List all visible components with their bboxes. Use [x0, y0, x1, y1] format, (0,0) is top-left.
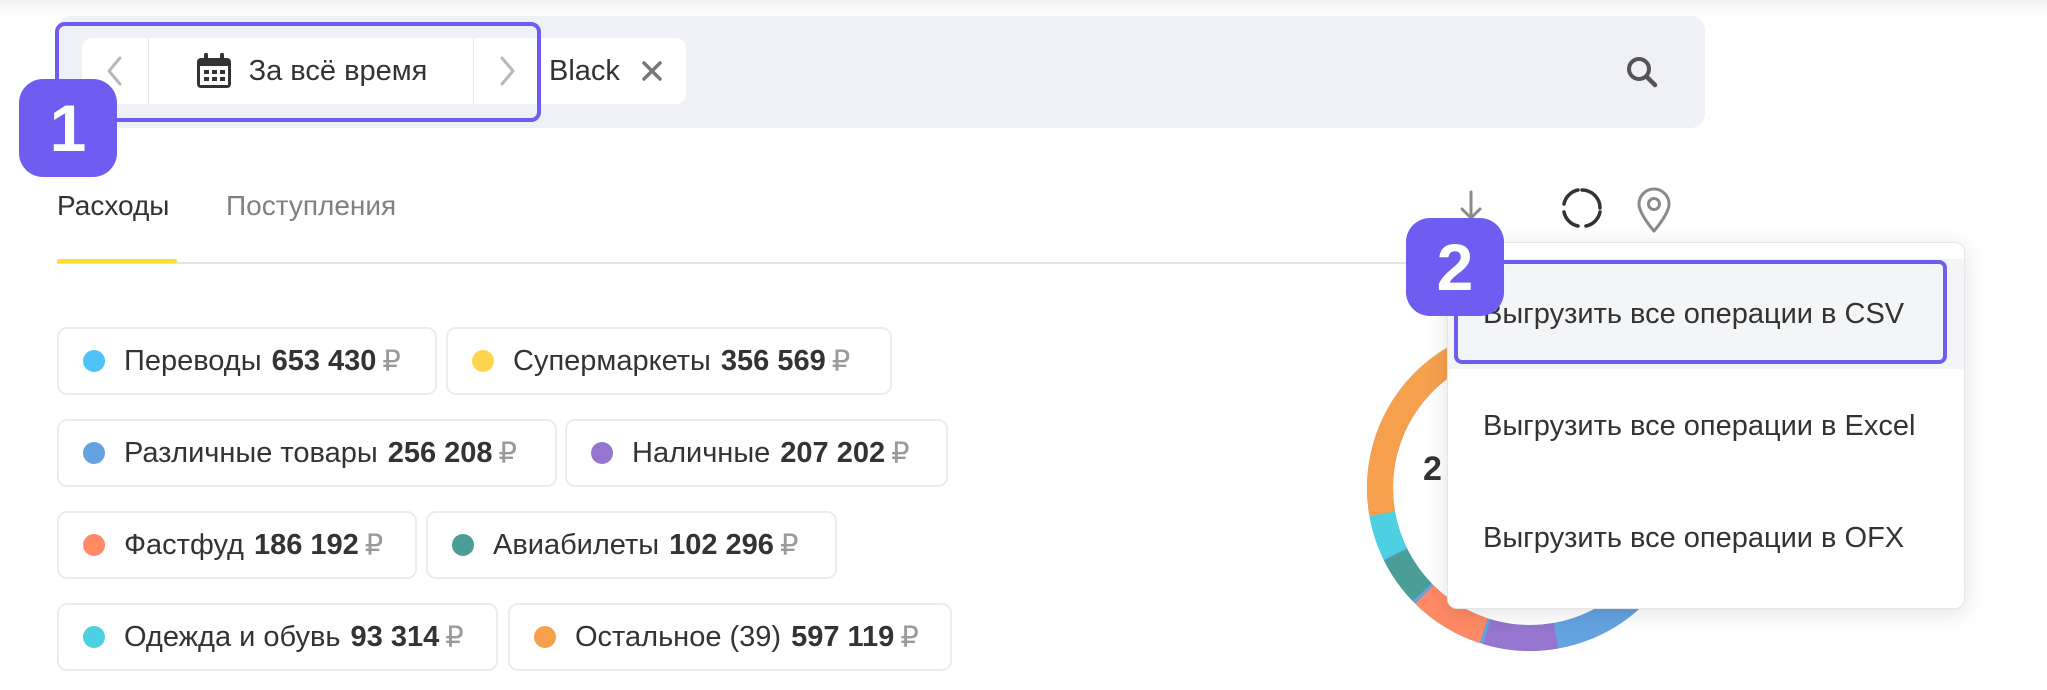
- category-dot: [83, 442, 105, 464]
- currency-sign: ₽: [779, 529, 799, 562]
- search-icon[interactable]: [1622, 52, 1662, 92]
- category-amount: 186 192: [253, 528, 359, 561]
- currency-sign: ₽: [831, 345, 851, 378]
- category-chip-air-tickets[interactable]: Авиабилеты 102 296 ₽: [426, 511, 837, 579]
- active-tab-indicator: [57, 259, 177, 263]
- card-filter-label: Black: [549, 54, 620, 87]
- category-amount: 93 314: [350, 620, 440, 653]
- callout-badge-1: 1: [19, 79, 117, 177]
- callout-highlight-date: [55, 22, 541, 122]
- category-dot: [472, 350, 494, 372]
- close-icon[interactable]: [637, 56, 667, 86]
- export-excel-item[interactable]: Выгрузить все операции в Excel: [1448, 371, 1964, 481]
- card-filter-chip[interactable]: Black: [525, 38, 686, 104]
- callout-badge-2: 2: [1406, 218, 1504, 316]
- category-dot: [83, 626, 105, 648]
- category-amount: 356 569: [720, 344, 826, 377]
- category-name: Супермаркеты: [513, 344, 711, 377]
- category-name: Одежда и обувь: [124, 620, 341, 653]
- top-shadow: [0, 0, 2047, 16]
- category-dot: [452, 534, 474, 556]
- category-chip-supermarkets[interactable]: Супермаркеты 356 569 ₽: [446, 327, 892, 395]
- currency-sign: ₽: [891, 437, 910, 470]
- category-dot: [591, 442, 613, 464]
- category-name: Различные товары: [124, 436, 378, 469]
- category-amount: 597 119: [791, 620, 895, 653]
- map-pin-icon[interactable]: [1634, 186, 1674, 234]
- currency-sign: ₽: [382, 345, 401, 378]
- category-amount: 256 208: [387, 436, 493, 469]
- category-name: Переводы: [124, 344, 262, 377]
- export-ofx-item[interactable]: Выгрузить все операции в OFX: [1448, 483, 1964, 593]
- currency-sign: ₽: [364, 529, 384, 562]
- category-dot: [83, 534, 105, 556]
- category-name: Остальное (39): [575, 620, 782, 653]
- category-chip-transfers[interactable]: Переводы 653 430 ₽: [57, 327, 437, 395]
- category-dot: [534, 626, 556, 648]
- tabs-divider: [57, 262, 1477, 264]
- category-amount: 653 430: [271, 344, 377, 377]
- category-chip-other[interactable]: Остальное (39) 597 119 ₽: [508, 603, 952, 671]
- category-chip-cash[interactable]: Наличные 207 202 ₽: [565, 419, 948, 487]
- currency-sign: ₽: [900, 621, 919, 654]
- refresh-icon[interactable]: [1560, 186, 1604, 230]
- category-chip-clothing[interactable]: Одежда и обувь 93 314 ₽: [57, 603, 498, 671]
- category-chip-fastfood[interactable]: Фастфуд 186 192 ₽: [57, 511, 417, 579]
- category-chip-various-goods[interactable]: Различные товары 256 208 ₽: [57, 419, 557, 487]
- category-amount: 102 296: [669, 528, 774, 561]
- donut-total-value: 2: [1423, 450, 1442, 488]
- category-dot: [83, 350, 105, 372]
- category-name: Авиабилеты: [493, 528, 660, 561]
- category-name: Наличные: [632, 436, 771, 469]
- category-amount: 207 202: [780, 436, 886, 469]
- callout-highlight-csv: [1454, 260, 1947, 364]
- category-name: Фастфуд: [124, 528, 244, 561]
- currency-sign: ₽: [445, 621, 464, 654]
- tab-income[interactable]: Поступления: [226, 190, 396, 222]
- currency-sign: ₽: [498, 437, 517, 470]
- tab-expenses[interactable]: Расходы: [57, 190, 169, 222]
